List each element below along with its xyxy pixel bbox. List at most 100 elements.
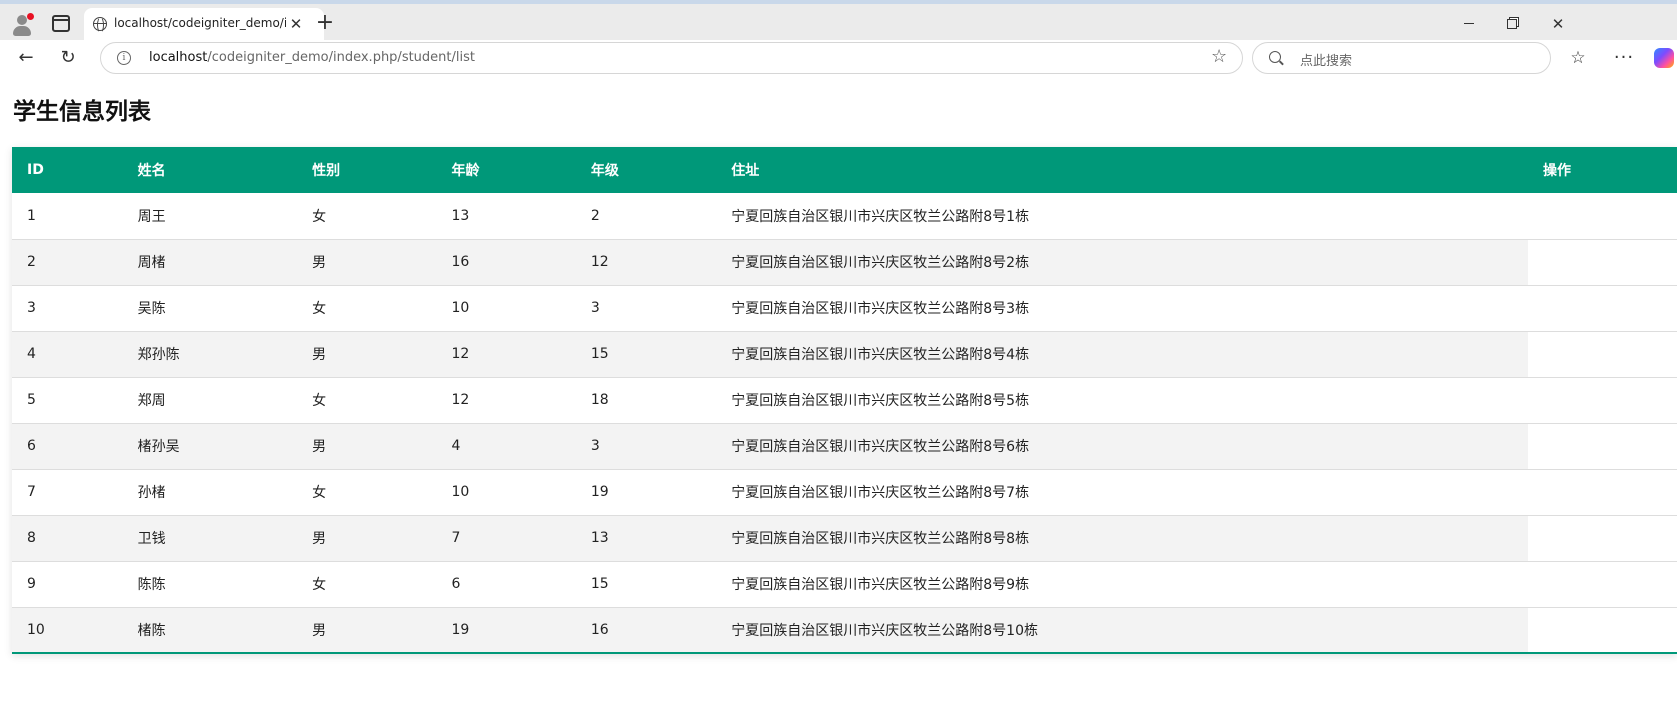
tab-actions-icon[interactable] [52,15,70,32]
table-header-row: ID 姓名 性别 年龄 年级 住址 操作 [12,147,1677,193]
cell-actions [1528,285,1677,331]
close-window-icon[interactable]: ✕ [1548,14,1568,34]
cell-name: 周王 [137,208,166,225]
cell-grade: 15 [590,346,609,362]
cell-age: 10 [451,484,470,500]
table-row: 5 郑周 女 12 18 宁夏回族自治区银川市兴庆区牧兰公路附8号5栋 [12,377,1677,423]
cell-address: 宁夏回族自治区银川市兴庆区牧兰公路附8号2栋 [731,255,1030,271]
profile-icon[interactable] [10,12,34,36]
table-row: 9 陈陈 女 6 15 宁夏回族自治区银川市兴庆区牧兰公路附8号9栋 [12,561,1677,607]
table-row: 1 周王 女 13 2 宁夏回族自治区银川市兴庆区牧兰公路附8号1栋 [12,193,1677,239]
minimize-icon[interactable] [1459,14,1479,34]
cell-actions [1528,423,1677,469]
cell-id: 10 [27,621,45,638]
notification-dot [27,13,34,20]
cell-age: 4 [451,438,461,454]
cell-age: 6 [451,576,461,592]
column-header-id: ID [27,162,44,178]
globe-icon [93,17,107,33]
cell-name: 卫钱 [137,531,166,547]
cell-grade: 3 [590,438,600,454]
cell-actions [1528,469,1677,515]
cell-actions [1528,193,1677,239]
cell-gender: 女 [312,208,327,225]
column-header-name: 姓名 [137,163,166,179]
cell-address: 宁夏回族自治区银川市兴庆区牧兰公路附8号3栋 [731,301,1030,317]
cell-name: 陈陈 [137,577,166,593]
cell-id: 5 [27,392,36,408]
table-row: 3 吴陈 女 10 3 宁夏回族自治区银川市兴庆区牧兰公路附8号3栋 [12,285,1677,331]
cell-name: 吴陈 [137,301,166,317]
maximize-icon[interactable] [1502,14,1522,34]
cell-id: 2 [27,254,36,270]
cell-id: 4 [27,346,36,362]
cell-age: 10 [451,300,470,316]
url-text[interactable]: localhost/codeigniter_demo/index.php/stu… [149,50,475,65]
table-row: 8 卫钱 男 7 13 宁夏回族自治区银川市兴庆区牧兰公路附8号8栋 [12,515,1677,561]
cell-grade: 13 [590,530,609,546]
cell-id: 7 [27,484,36,500]
cell-address: 宁夏回族自治区银川市兴庆区牧兰公路附8号4栋 [731,347,1030,363]
cell-age: 19 [451,621,470,638]
profile-body [13,26,31,36]
cell-gender: 女 [312,577,327,593]
cell-grade: 18 [590,392,609,408]
copilot-icon[interactable] [1654,48,1674,68]
cell-gender: 男 [312,622,327,639]
cell-id: 1 [27,207,36,224]
favorites-icon[interactable]: ☆ [1566,46,1590,70]
cell-address: 宁夏回族自治区银川市兴庆区牧兰公路附8号1栋 [731,208,1030,225]
cell-actions [1528,377,1677,423]
table-row: 6 楮孙吴 男 4 3 宁夏回族自治区银川市兴庆区牧兰公路附8号6栋 [12,423,1677,469]
cell-age: 12 [451,392,470,408]
cell-gender: 男 [312,531,327,547]
cell-gender: 女 [312,393,327,409]
reload-icon[interactable]: ↻ [56,46,80,70]
url-path: /codeigniter_demo/index.php/student/list [207,50,475,65]
page-content: 学生信息列表 ID 姓名 性别 年龄 年级 住址 操作 1 周王 女 13 2 [5,80,1677,705]
table-row: 10 楮陈 男 19 16 宁夏回族自治区银川市兴庆区牧兰公路附8号10栋 [12,607,1677,653]
tab-close-icon[interactable]: ✕ [286,14,306,34]
search-box[interactable]: 点此搜索 [1252,42,1551,74]
table-row: 2 周楮 男 16 12 宁夏回族自治区银川市兴庆区牧兰公路附8号2栋 [12,239,1677,285]
cell-grade: 12 [590,254,609,270]
student-table: ID 姓名 性别 年龄 年级 住址 操作 1 周王 女 13 2 宁夏回族自治区… [12,147,1677,654]
cell-name: 孙楮 [137,485,166,501]
address-bar[interactable]: i localhost/codeigniter_demo/index.php/s… [100,42,1243,74]
cell-name: 楮孙吴 [137,439,180,455]
column-header-gender: 性别 [312,163,341,179]
cell-gender: 男 [312,347,327,363]
site-info-icon[interactable]: i [117,51,131,65]
column-header-grade: 年级 [590,163,619,179]
cell-actions [1528,239,1677,285]
cell-name: 周楮 [137,255,166,271]
more-options-icon[interactable]: ··· [1612,46,1636,70]
cell-grade: 16 [590,621,609,638]
cell-actions [1528,515,1677,561]
new-tab-icon[interactable]: + [313,12,337,36]
cell-age: 16 [451,254,470,270]
favorite-star-icon[interactable]: ☆ [1211,46,1227,67]
column-header-actions: 操作 [1543,163,1571,179]
cell-id: 3 [27,300,36,316]
cell-grade: 3 [590,300,600,316]
cell-address: 宁夏回族自治区银川市兴庆区牧兰公路附8号7栋 [731,485,1030,501]
cell-age: 12 [451,346,470,362]
column-header-age: 年龄 [451,163,480,179]
cell-gender: 男 [312,439,327,455]
tab-title: localhost/codeigniter_demo/index.php/stu… [114,16,286,30]
cell-address: 宁夏回族自治区银川市兴庆区牧兰公路附8号8栋 [731,531,1030,547]
table-row: 4 郑孙陈 男 12 15 宁夏回族自治区银川市兴庆区牧兰公路附8号4栋 [12,331,1677,377]
cell-id: 9 [27,576,36,592]
search-icon [1269,51,1281,63]
cell-name: 楮陈 [137,622,166,639]
cell-age: 7 [451,530,461,546]
browser-tab[interactable]: localhost/codeigniter_demo/index.php/stu… [84,8,324,40]
back-icon[interactable]: ← [14,46,38,70]
cell-actions [1528,607,1677,653]
search-placeholder: 点此搜索 [1300,54,1353,69]
cell-address: 宁夏回族自治区银川市兴庆区牧兰公路附8号9栋 [731,577,1030,593]
cell-id: 8 [27,530,36,546]
cell-address: 宁夏回族自治区银川市兴庆区牧兰公路附8号6栋 [731,439,1030,455]
cell-grade: 2 [590,207,600,224]
